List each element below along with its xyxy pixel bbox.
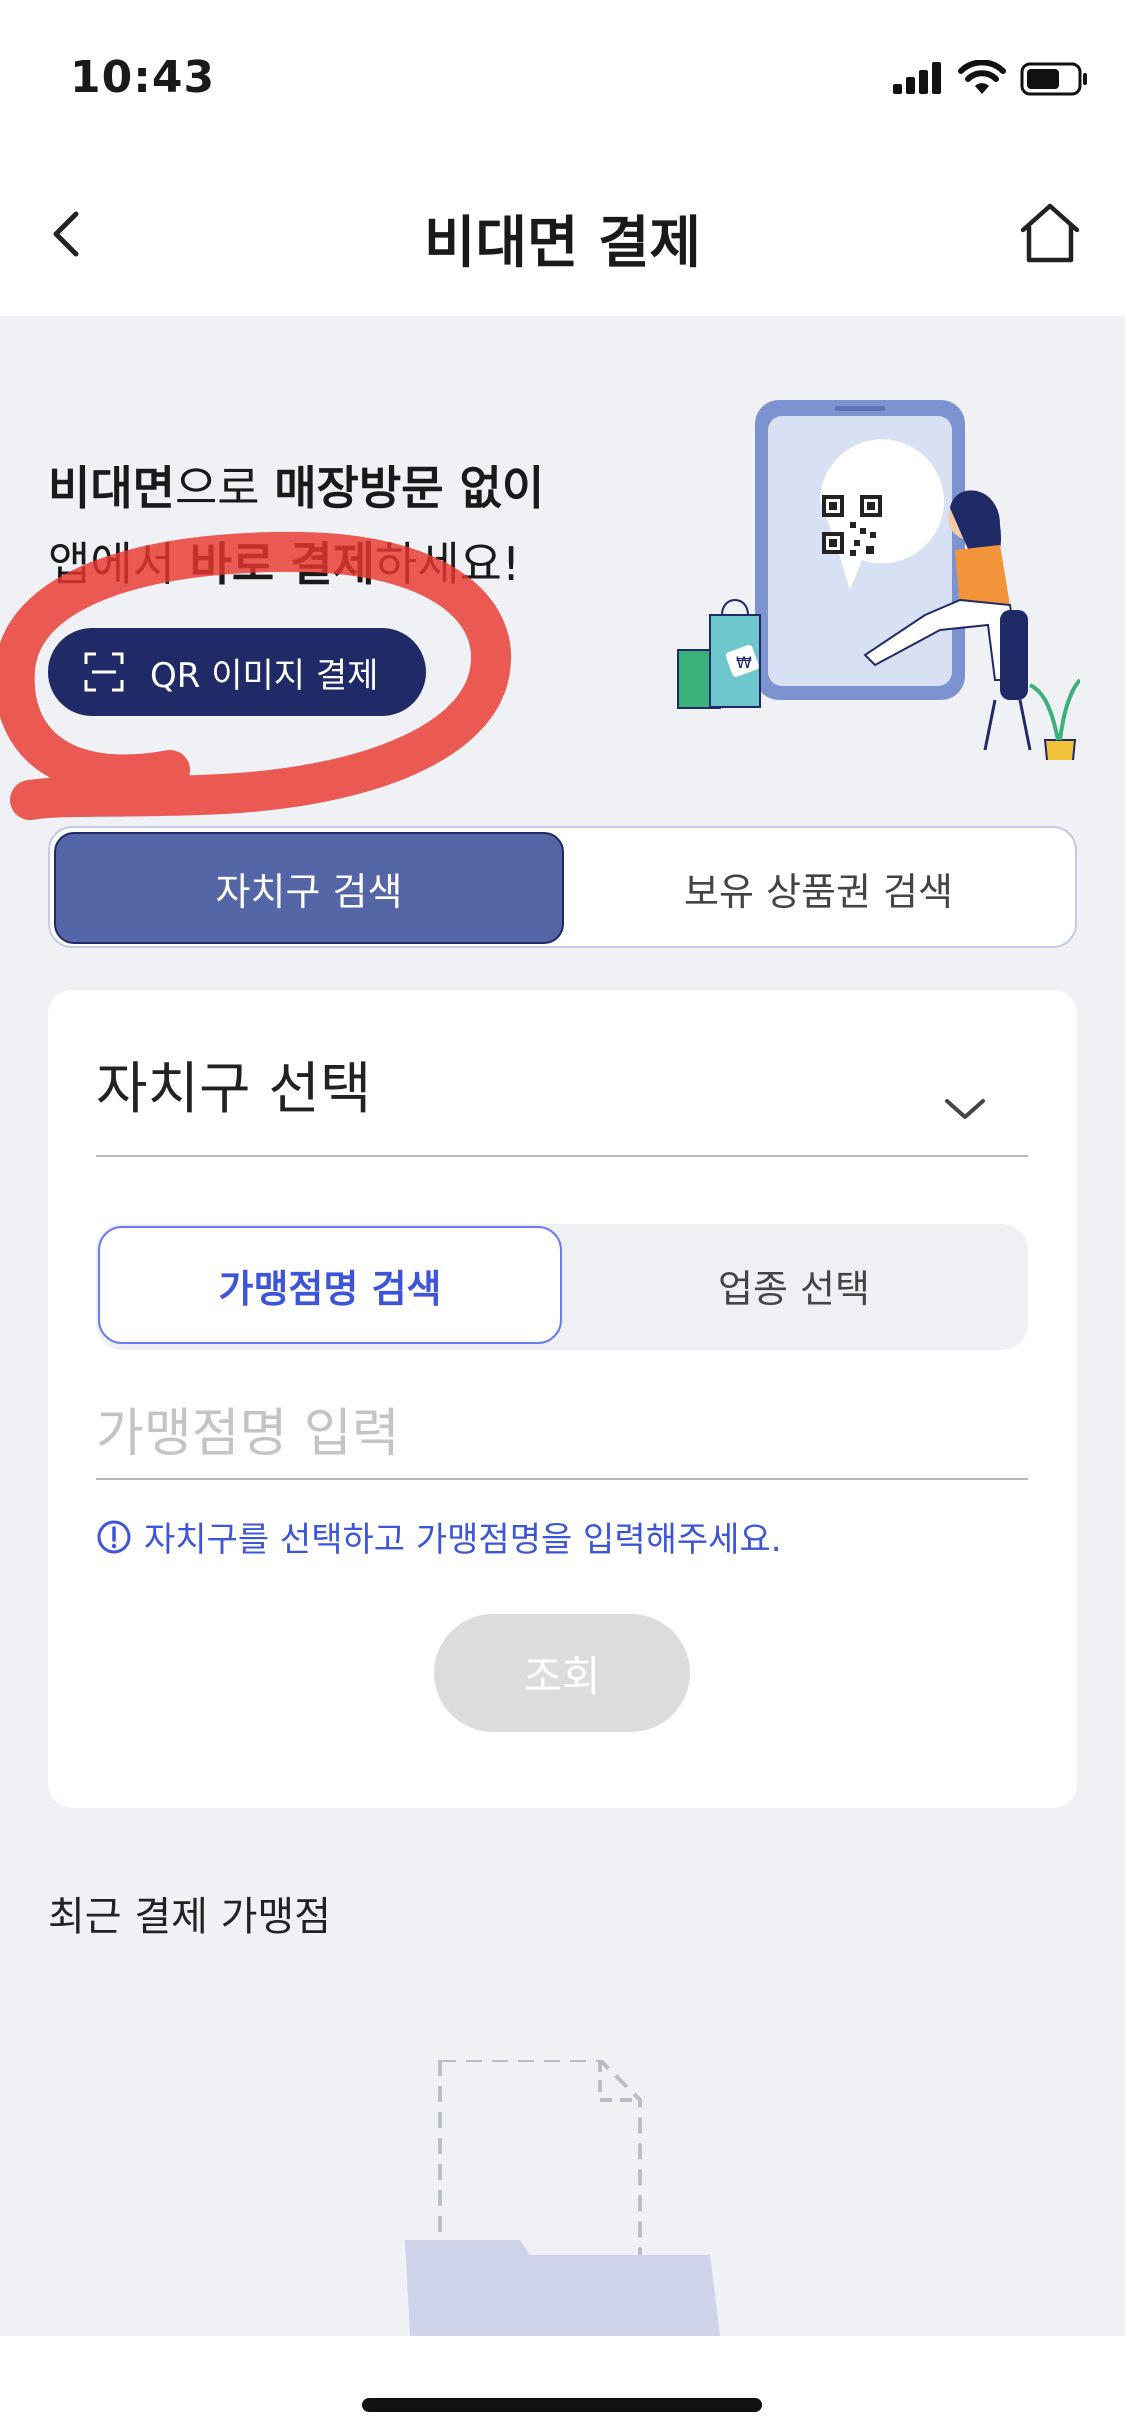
battery-icon bbox=[1020, 62, 1087, 96]
empty-folder-icon bbox=[405, 2060, 720, 2336]
district-select[interactable]: 자치구 선택 bbox=[96, 1044, 371, 1125]
tab-district-search[interactable]: 자치구 검색 bbox=[54, 832, 564, 944]
hint-message: 자치구를 선택하고 가맹점명을 입력해주세요. bbox=[96, 1512, 782, 1561]
qr-button-label: QR 이미지 결제 bbox=[150, 655, 379, 696]
qr-scan-icon bbox=[84, 652, 124, 692]
search-mode-tabs: 자치구 검색 보유 상품권 검색 bbox=[48, 826, 1077, 948]
hero-text: 으로 bbox=[174, 461, 275, 515]
search-card: 자치구 선택 가맹점명 검색 업종 선택 자치구를 선택하고 가맹점명을 입력해… bbox=[48, 990, 1077, 1808]
tab-owned-voucher-search[interactable]: 보유 상품권 검색 bbox=[564, 832, 1073, 944]
cellular-signal-icon bbox=[893, 62, 941, 94]
hint-text: 자치구를 선택하고 가맹점명을 입력해주세요. bbox=[144, 1520, 782, 1560]
svg-text:₩: ₩ bbox=[736, 653, 752, 672]
merchant-search-tabs: 가맹점명 검색 업종 선택 bbox=[96, 1224, 1028, 1350]
tab-business-type[interactable]: 업종 선택 bbox=[562, 1226, 1026, 1344]
info-icon bbox=[97, 1520, 131, 1553]
chevron-down-icon[interactable] bbox=[943, 1095, 987, 1123]
hero-bold-text: 매장방문 없이 bbox=[274, 461, 545, 515]
hero-headline-1: 비대면으로 매장방문 없이 bbox=[48, 452, 544, 518]
status-time: 10:43 bbox=[70, 52, 216, 103]
search-button[interactable]: 조회 bbox=[434, 1614, 690, 1732]
home-indicator[interactable] bbox=[362, 2398, 762, 2412]
select-underline bbox=[96, 1155, 1028, 1157]
merchant-name-input[interactable] bbox=[96, 1390, 1028, 1480]
wifi-icon bbox=[958, 60, 1006, 94]
home-indicator-area bbox=[0, 2336, 1125, 2436]
qr-image-payment-button[interactable]: QR 이미지 결제 bbox=[48, 628, 426, 716]
recent-merchants-title: 최근 결제 가맹점 bbox=[48, 1894, 332, 1940]
tab-merchant-name-search[interactable]: 가맹점명 검색 bbox=[98, 1226, 562, 1344]
payment-illustration: ₩ bbox=[677, 400, 1080, 760]
status-bar: 10:43 bbox=[0, 0, 1125, 160]
hero-bold-text: 비대면 bbox=[48, 461, 175, 515]
page-title: 비대면 결제 bbox=[423, 211, 702, 276]
nav-bar: 비대면 결제 bbox=[0, 160, 1125, 316]
home-icon[interactable] bbox=[1015, 198, 1085, 268]
